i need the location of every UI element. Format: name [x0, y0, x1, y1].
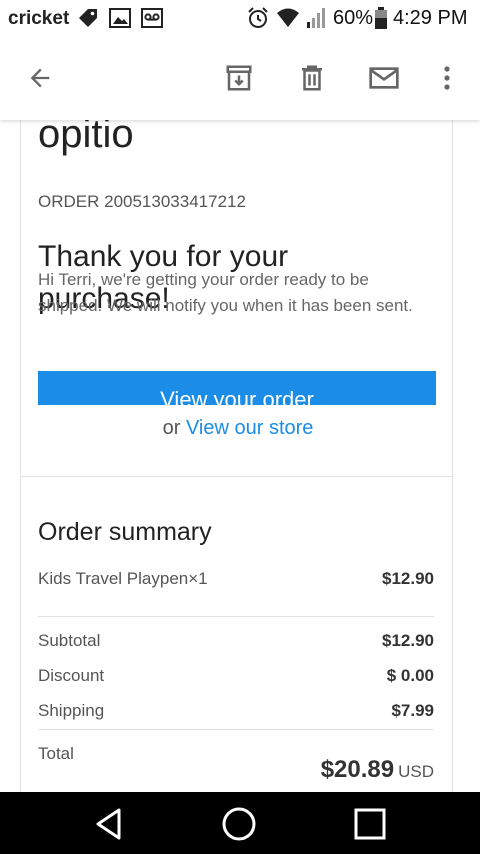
total-divider: [38, 729, 434, 730]
brand-logo-text: opitio: [38, 120, 134, 156]
battery-percent: 60%: [333, 7, 374, 29]
total-value: $20.89: [320, 756, 395, 783]
delete-icon: [302, 65, 322, 91]
view-order-button[interactable]: View your order: [38, 371, 436, 405]
nav-home-button[interactable]: [219, 804, 259, 844]
mark-unread-button[interactable]: [364, 58, 404, 98]
mark-unread-icon: [369, 67, 399, 89]
more-vert-icon: [444, 66, 450, 90]
summary-divider: [38, 616, 434, 617]
store-line: or View our store: [0, 417, 476, 440]
section-divider: [20, 476, 453, 477]
order-message: Hi Terri, we're getting your order ready…: [38, 270, 413, 315]
archive-button[interactable]: [219, 58, 259, 98]
archive-icon: [226, 65, 252, 91]
shipping-value: $7.99: [391, 701, 434, 720]
item-price: $12.90: [382, 569, 434, 588]
wifi-icon: [277, 8, 299, 27]
cell-signal-icon: [307, 8, 325, 28]
email-card: [20, 120, 453, 792]
back-triangle-icon: [96, 808, 121, 840]
email-body: opitio ORDER 200513033417212 Thank you f…: [0, 120, 480, 792]
discount-label: Discount: [38, 666, 105, 685]
voicemail-icon: [141, 8, 163, 28]
carrier-name: cricket: [8, 8, 70, 29]
alarm-icon: [248, 7, 268, 28]
home-circle-icon: [222, 807, 256, 841]
image-icon: [109, 8, 131, 28]
shipping-label: Shipping: [38, 701, 105, 720]
clock: 4:29 PM: [393, 7, 468, 29]
nav-back-button[interactable]: [89, 804, 129, 844]
order-summary-title: Order summary: [38, 518, 212, 546]
battery-icon: [375, 7, 387, 29]
more-options-button[interactable]: [427, 58, 467, 98]
app-bar: [0, 38, 480, 120]
subtotal-value: $12.90: [382, 631, 434, 650]
view-order-label: View your order: [160, 387, 314, 405]
discount-value: $ 0.00: [386, 666, 434, 685]
back-arrow-icon: [30, 68, 50, 88]
recents-square-icon: [354, 808, 386, 840]
total-amount: $20.89 USD: [321, 756, 434, 784]
nav-recents-button[interactable]: [350, 804, 390, 844]
view-store-link[interactable]: View our store: [186, 417, 313, 439]
subtotal-label: Subtotal: [38, 631, 101, 650]
total-currency: USD: [398, 762, 434, 781]
status-bar: cricket 60% 4:29 PM: [0, 0, 480, 38]
total-label: Total: [38, 744, 74, 763]
delete-button[interactable]: [292, 58, 332, 98]
order-number: ORDER 200513033417212: [38, 192, 246, 211]
item-name: Kids Travel Playpen×1: [38, 569, 208, 588]
or-text: or: [162, 417, 181, 439]
system-nav-bar: [0, 792, 480, 854]
back-button[interactable]: [20, 58, 60, 98]
signal-tag-icon: [79, 9, 97, 27]
